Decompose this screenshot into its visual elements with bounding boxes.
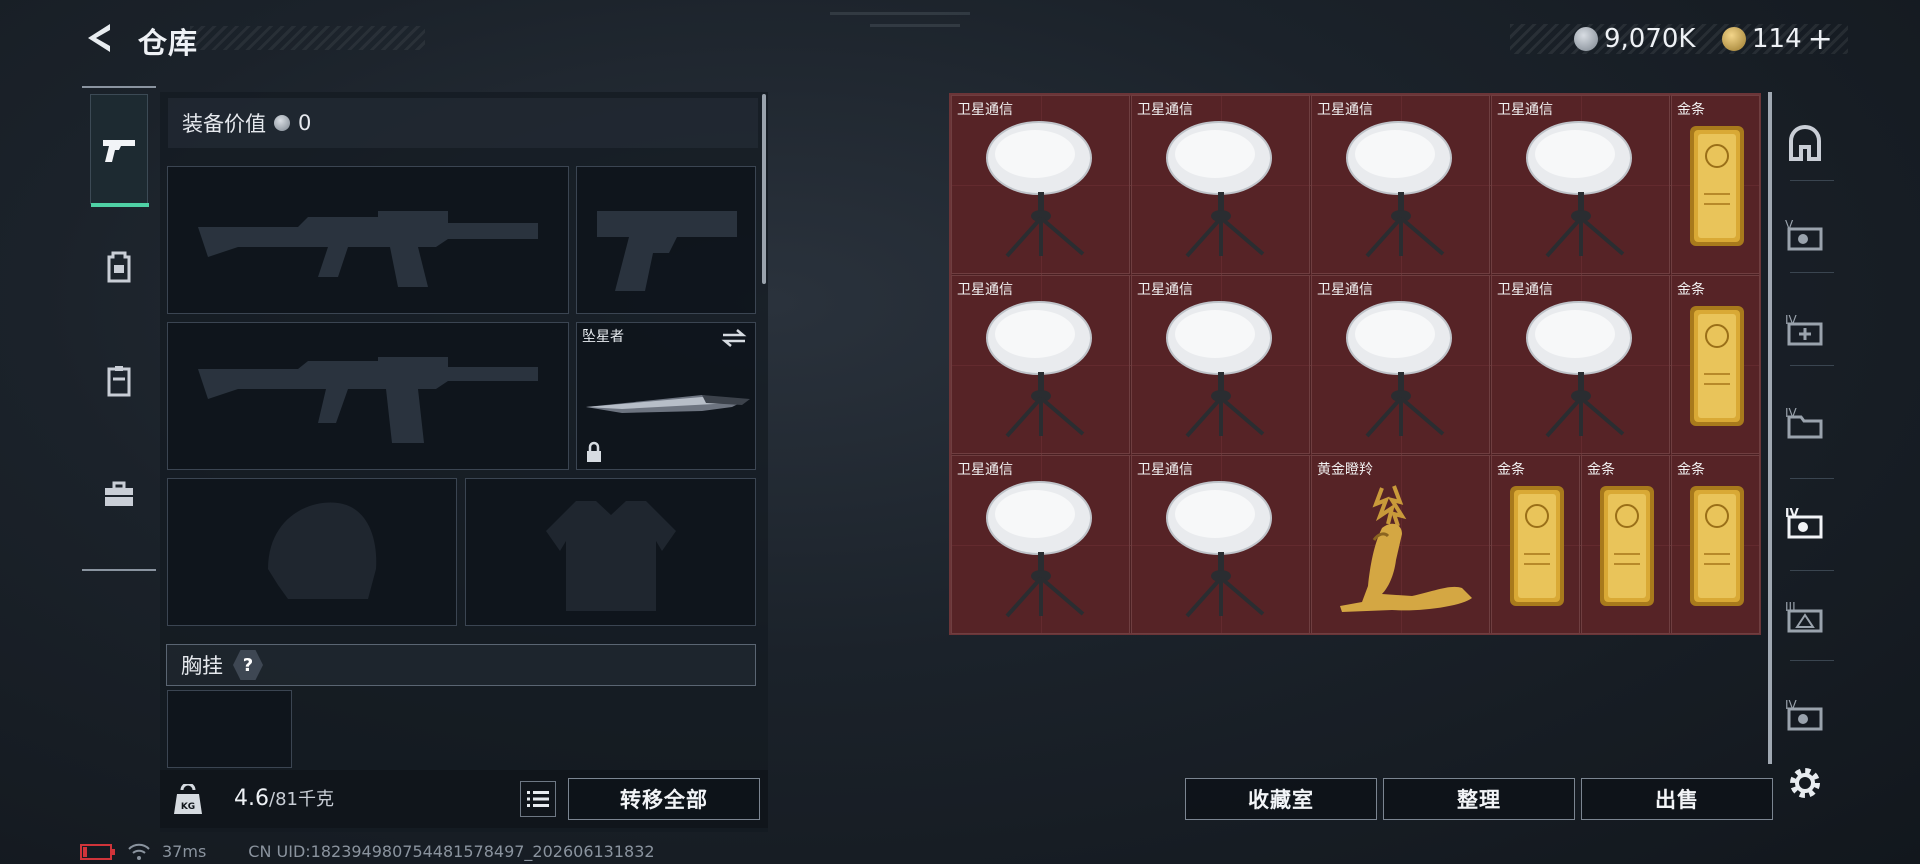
tab-vest[interactable] — [90, 352, 148, 410]
satellite-dish-item[interactable]: 卫星通信 — [1131, 455, 1310, 634]
backpack-icon — [107, 251, 131, 283]
melee-slot[interactable]: 坠星者 — [576, 322, 756, 470]
stash-home-icon[interactable] — [1780, 118, 1830, 168]
silver-coin-icon — [274, 115, 290, 131]
status-bar: 37ms CN UID:182394980754481578497_202606… — [80, 842, 655, 861]
chest-rig-header: 胸挂 ? — [166, 644, 756, 686]
pistol-icon — [103, 140, 135, 162]
weight-icon: KG — [168, 780, 208, 820]
page-title: 仓库 — [138, 26, 199, 60]
wifi-icon — [128, 843, 150, 860]
helmet-slot[interactable] — [167, 478, 457, 626]
gold-coin-icon — [1722, 27, 1746, 51]
gold-bar-item[interactable]: 金条 — [1671, 275, 1760, 454]
weight-max: /81千克 — [269, 789, 334, 810]
knife-icon — [586, 395, 750, 413]
add-gold-icon[interactable]: + — [1808, 22, 1833, 57]
back-arrow-icon[interactable] — [82, 20, 118, 56]
transfer-all-button[interactable]: 转移全部 — [568, 778, 760, 820]
list-view-button[interactable] — [520, 781, 556, 817]
case-tier-4-medical-icon[interactable]: IV — [1780, 305, 1830, 355]
item-label: 金条 — [1677, 282, 1705, 298]
chest-rig-label: 胸挂 — [181, 654, 223, 678]
pistol-slot[interactable] — [576, 166, 756, 314]
briefcase-icon — [105, 481, 133, 506]
top-bar: 仓库 9,070K 114 + — [0, 0, 1920, 78]
helmet-silhouette-icon — [268, 502, 377, 599]
silver-currency: 9,070K — [1574, 20, 1695, 58]
stash-scrollbar[interactable] — [1768, 92, 1772, 764]
pistol-silhouette-icon — [597, 211, 737, 291]
item-label: 金条 — [1497, 462, 1525, 478]
list-icon — [527, 791, 549, 807]
satellite-dish-item[interactable]: 卫星通信 — [1311, 95, 1490, 274]
golden-gazelle-item[interactable]: 黄金瞪羚 — [1311, 455, 1490, 634]
satellite-dish-item[interactable]: 卫星通信 — [1131, 95, 1310, 274]
weight-readout: 4.6/81千克 — [234, 785, 334, 811]
gold-currency[interactable]: 114 + — [1722, 20, 1833, 58]
satellite-dish-item[interactable]: 卫星通信 — [951, 95, 1130, 274]
item-label: 金条 — [1677, 102, 1705, 118]
armor-slot[interactable] — [465, 478, 756, 626]
equip-value: 0 — [298, 111, 312, 135]
title-decoration — [190, 26, 425, 50]
satellite-dish-item[interactable]: 卫星通信 — [951, 455, 1130, 634]
sell-button[interactable]: 出售 — [1581, 778, 1773, 820]
item-label: 金条 — [1677, 462, 1705, 478]
help-icon[interactable]: ? — [233, 650, 263, 680]
tab-backpack[interactable] — [90, 238, 148, 296]
collection-room-button[interactable]: 收藏室 — [1185, 778, 1377, 820]
satellite-dish-item[interactable]: 卫星通信 — [1491, 275, 1670, 454]
svg-text:KG: KG — [181, 802, 195, 812]
item-label: 黄金瞪羚 — [1317, 462, 1373, 478]
case-tier-5-icon[interactable]: V — [1780, 210, 1830, 260]
equipment-scrollbar[interactable] — [762, 94, 766, 284]
melee-name: 坠星者 — [582, 329, 624, 345]
sort-button[interactable]: 整理 — [1383, 778, 1575, 820]
case-tier-3-icon[interactable]: III — [1780, 592, 1830, 642]
equip-value-row: 装备价值 0 — [168, 98, 758, 148]
lock-icon — [587, 441, 601, 462]
satellite-dish-item[interactable]: 卫星通信 — [951, 275, 1130, 454]
gold-bar-item[interactable]: 金条 — [1671, 455, 1760, 634]
weight-current: 4.6 — [234, 786, 269, 811]
case-tier-4-folder-icon[interactable]: IV — [1780, 398, 1830, 448]
gold-amount: 114 — [1752, 24, 1802, 54]
gold-bar-item[interactable]: 金条 — [1491, 455, 1580, 634]
category-rail — [82, 86, 156, 571]
tab-case[interactable] — [90, 466, 148, 524]
armor-silhouette-icon — [546, 501, 676, 611]
ping-readout: 37ms — [162, 842, 207, 861]
gold-bar-item[interactable]: 金条 — [1671, 95, 1760, 274]
uid-readout: CN UID:182394980754481578497_20260613183… — [248, 842, 655, 861]
vest-icon — [107, 366, 131, 397]
rifle-silhouette-icon — [198, 211, 538, 287]
primary-weapon-slot-2[interactable] — [167, 322, 569, 470]
tab-weapons[interactable] — [90, 94, 149, 207]
swap-icon[interactable] — [721, 327, 747, 349]
settings-gear-icon[interactable] — [1780, 758, 1830, 808]
primary-weapon-slot-1[interactable] — [167, 166, 569, 314]
rifle-silhouette-icon — [198, 357, 538, 443]
satellite-dish-item[interactable]: 卫星通信 — [1131, 275, 1310, 454]
battery-icon — [80, 843, 115, 860]
case-tier-4-extra-icon[interactable]: IV — [1780, 690, 1830, 740]
equip-value-label: 装备价值 — [182, 112, 266, 136]
satellite-dish-item[interactable]: 卫星通信 — [1311, 275, 1490, 454]
silver-amount: 9,070K — [1604, 24, 1696, 54]
chest-rig-slot[interactable] — [167, 690, 292, 768]
gold-bar-item[interactable]: 金条 — [1581, 455, 1670, 634]
item-label: 金条 — [1587, 462, 1615, 478]
case-tier-4-valuables-icon[interactable]: IV — [1780, 498, 1830, 548]
silver-coin-icon — [1574, 27, 1598, 51]
satellite-dish-item[interactable]: 卫星通信 — [1491, 95, 1670, 274]
